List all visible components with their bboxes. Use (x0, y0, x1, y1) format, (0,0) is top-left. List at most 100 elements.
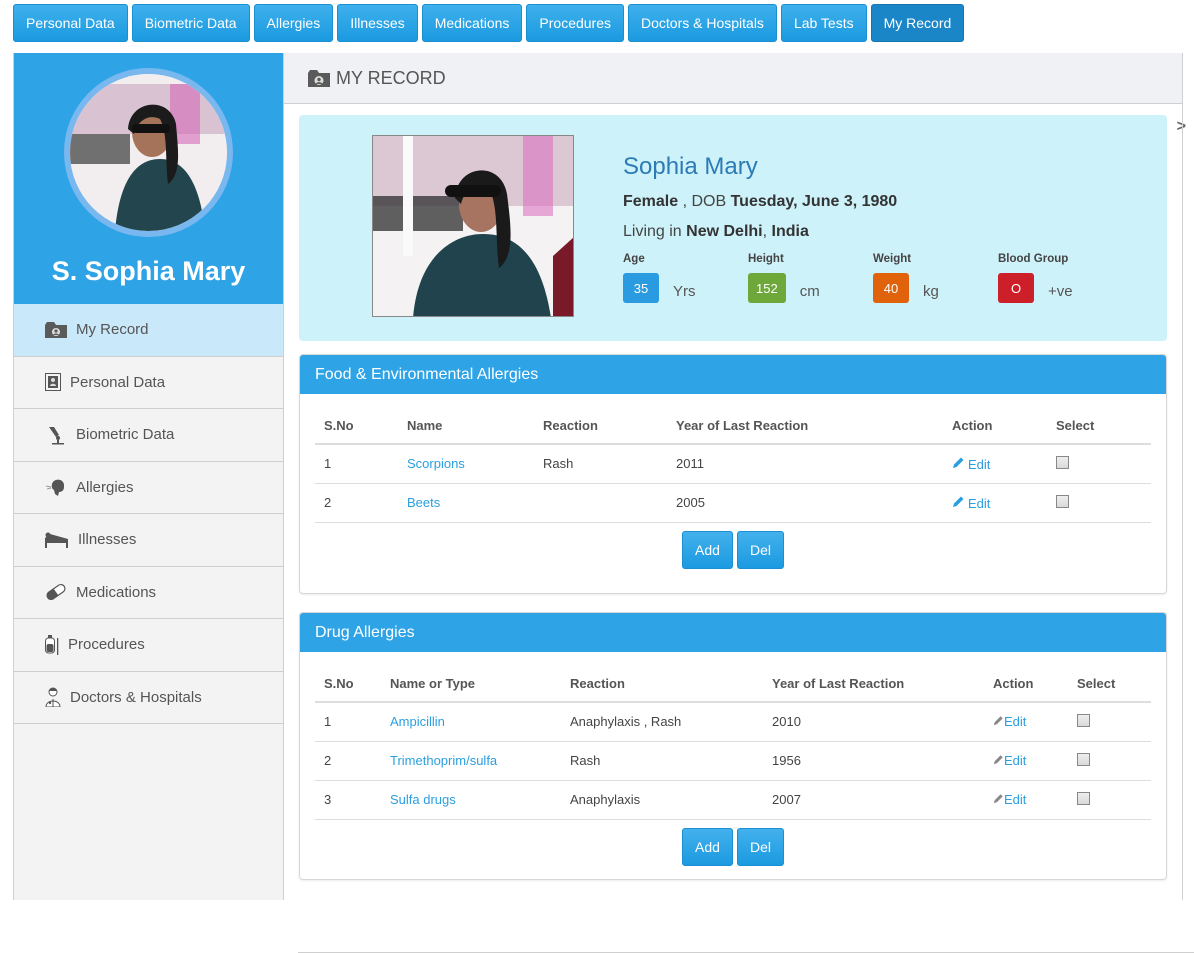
cell-year: 2007 (763, 780, 984, 820)
stat-unit: kg (923, 282, 939, 300)
drug-allergies-panel: Drug Allergies S.No Name or Type Reactio… (299, 612, 1167, 880)
food-allergies-table: S.No Name Reaction Year of Last Reaction… (315, 408, 1151, 523)
sidebar-item-my-record[interactable]: My Record (14, 304, 283, 357)
tab-procedures[interactable]: Procedures (526, 4, 624, 42)
select-checkbox[interactable] (1077, 752, 1090, 766)
drug-link[interactable]: Sulfa drugs (390, 792, 456, 807)
sidebar-item-label: Allergies (76, 478, 134, 496)
drug-allergies-table: S.No Name or Type Reaction Year of Last … (315, 666, 1151, 820)
stat-label: Blood Group (998, 253, 1069, 265)
cell-sno: 1 (315, 702, 381, 742)
stat-weight: Weight 40 kg (873, 253, 998, 303)
edit-link[interactable]: Edit (993, 714, 1026, 729)
sidebar-item-label: Procedures (68, 636, 145, 654)
sidebar-item-personal-data[interactable]: Personal Data (14, 357, 283, 409)
select-checkbox[interactable] (1056, 455, 1069, 469)
hospital-bed-icon (44, 529, 70, 551)
table-row: 3 Sulfa drugs Anaphylaxis 2007 Edit (315, 780, 1151, 820)
column-header: S.No (315, 408, 398, 445)
sneeze-icon (44, 476, 68, 498)
sidebar-item-procedures[interactable]: Procedures (14, 619, 283, 672)
folder-user-icon (44, 319, 68, 341)
edit-link[interactable]: Edit (993, 792, 1026, 807)
stat-age: Age 35 Yrs (623, 253, 748, 303)
column-header: Action (984, 666, 1068, 703)
tab-medications[interactable]: Medications (421, 4, 523, 42)
tab-allergies[interactable]: Allergies (253, 4, 334, 42)
select-checkbox[interactable] (1077, 713, 1090, 727)
select-checkbox[interactable] (1077, 791, 1090, 805)
stat-unit: +ve (1048, 282, 1073, 300)
column-header: S.No (315, 666, 381, 703)
sidebar-item-doctors-hospitals[interactable]: Doctors & Hospitals (14, 672, 283, 724)
sidebar-item-label: My Record (76, 321, 149, 339)
table-row: 1 Scorpions Rash 2011 Edit (315, 444, 1151, 484)
edit-link[interactable]: Edit (952, 457, 990, 472)
food-allergies-panel: Food & Environmental Allergies S.No Name… (299, 354, 1167, 594)
drug-link[interactable]: Ampicillin (390, 714, 445, 729)
edit-label: Edit (1004, 792, 1027, 807)
delete-button[interactable]: Del (736, 827, 784, 866)
allergen-link[interactable]: Beets (407, 495, 440, 510)
tab-lab-tests[interactable]: Lab Tests (780, 4, 867, 42)
avatar[interactable] (70, 74, 227, 231)
pencil-icon (993, 714, 1004, 729)
tab-biometric-data[interactable]: Biometric Data (131, 4, 250, 42)
edit-label: Edit (1004, 714, 1027, 730)
table-row: 1 Ampicillin Anaphylaxis , Rash 2010 Edi… (315, 702, 1151, 742)
page-header: MY RECORD (284, 53, 1182, 104)
sidebar: S. Sophia Mary MY HEALTH PAGE MY HEALTH … (13, 53, 1194, 953)
sidebar-item-label: Illnesses (78, 531, 137, 549)
sidebar-item-biometric-data[interactable]: Biometric Data (14, 409, 283, 462)
select-checkbox[interactable] (1056, 494, 1069, 508)
stat-badge: 40 (873, 273, 909, 303)
sidebar-item-allergies[interactable]: Allergies (14, 462, 283, 514)
pencil-icon (993, 753, 1004, 768)
page-title: MY RECORD (336, 67, 446, 88)
sidebar-item-illnesses[interactable]: Illnesses (14, 514, 283, 567)
full-name: Sophia Mary (623, 153, 758, 180)
add-button[interactable]: Add (682, 827, 733, 866)
stat-badge: 35 (623, 273, 659, 303)
cell-year: 2010 (763, 702, 984, 742)
stat-label: Height (748, 253, 784, 265)
profile-photo (372, 135, 574, 317)
cell-sno: 2 (315, 741, 381, 781)
avatar-ring (64, 68, 233, 237)
id-card-icon (44, 371, 62, 393)
dob-label: , DOB (678, 193, 731, 210)
column-header: Year of Last Reaction (667, 408, 943, 445)
stat-badge: O (998, 273, 1034, 303)
profile-name: S. Sophia Mary (51, 256, 246, 286)
cell-reaction: Rash (561, 741, 763, 781)
pencil-icon (952, 495, 965, 511)
dob: Tuesday, June 3, 1980 (730, 193, 898, 210)
drug-link[interactable]: Trimethoprim/sulfa (390, 753, 497, 768)
gender-dob-line: Female , DOB Tuesday, June 3, 1980 (623, 193, 1123, 211)
edit-link[interactable]: Edit (952, 496, 990, 511)
column-header: Year of Last Reaction (763, 666, 984, 703)
table-row: 2 Trimethoprim/sulfa Rash 1956 Edit (315, 741, 1151, 781)
tab-illnesses[interactable]: Illnesses (337, 4, 418, 42)
column-header: Name (398, 408, 534, 445)
iv-bag-icon (44, 634, 60, 656)
edit-label: Edit (1004, 753, 1027, 768)
tab-personal-data[interactable]: Personal Data (13, 4, 128, 42)
tab-my-record[interactable]: My Record (870, 4, 965, 42)
edit-label: Edit (968, 456, 991, 472)
add-button[interactable]: Add (682, 530, 733, 569)
profile-header: S. Sophia Mary (14, 53, 283, 304)
stat-badge: 152 (748, 273, 786, 303)
cell-year: 2005 (667, 483, 943, 523)
cell-reaction: Anaphylaxis , Rash (561, 702, 763, 742)
tab-doctors-hospitals[interactable]: Doctors & Hospitals (628, 4, 777, 42)
sidebar-item-medications[interactable]: Medications (14, 567, 283, 619)
separator: , (762, 223, 772, 240)
pencil-icon (993, 792, 1004, 807)
column-header: Select (1047, 408, 1151, 445)
stat-height: Height 152 cm (748, 253, 873, 303)
edit-link[interactable]: Edit (993, 753, 1026, 768)
delete-button[interactable]: Del (736, 530, 784, 569)
stat-unit: Yrs (673, 282, 696, 300)
allergen-link[interactable]: Scorpions (407, 456, 465, 471)
